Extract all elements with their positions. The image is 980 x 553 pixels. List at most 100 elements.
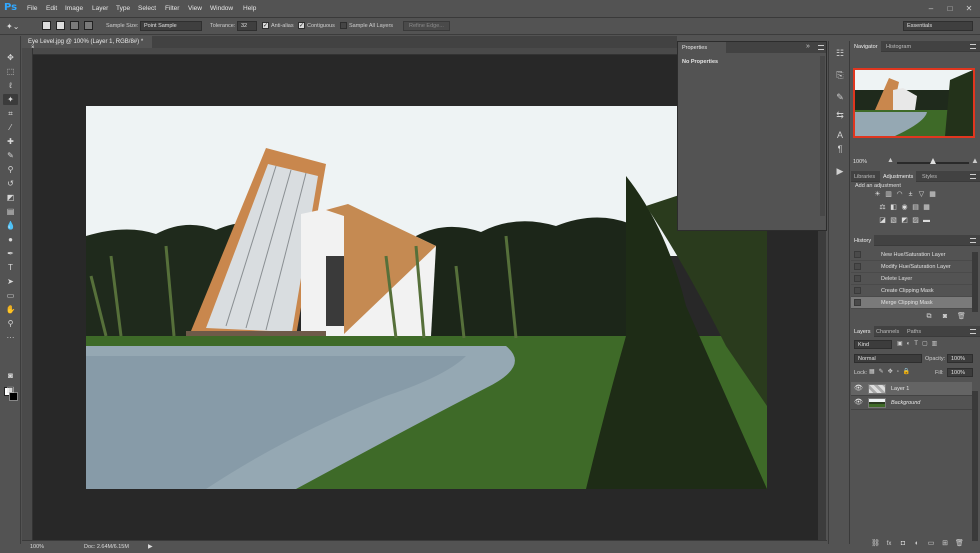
character-icon[interactable]: A: [834, 129, 846, 141]
libraries-icon[interactable]: ☷: [834, 47, 846, 59]
healing-brush-tool-icon[interactable]: ✚: [3, 136, 18, 147]
history-menu-icon[interactable]: [970, 238, 976, 243]
layers-menu-icon[interactable]: [970, 329, 976, 334]
history-item[interactable]: Create Clipping Mask: [851, 285, 973, 297]
tab-libraries[interactable]: Libraries: [851, 171, 878, 182]
color-balance-icon[interactable]: ⚖: [878, 204, 887, 212]
history-item[interactable]: Delete Layer: [851, 273, 973, 285]
clone-source-icon[interactable]: ⇆: [834, 109, 846, 121]
menu-image[interactable]: Image: [65, 5, 83, 12]
sample-size-select[interactable]: Point Sample: [140, 21, 202, 31]
status-menu-arrow-icon[interactable]: ▶: [148, 543, 153, 550]
zoom-out-icon[interactable]: ▲: [887, 157, 894, 164]
threshold-icon[interactable]: ◩: [900, 217, 909, 225]
blend-mode-select[interactable]: Normal: [854, 354, 922, 363]
tab-adjustments[interactable]: Adjustments: [880, 171, 917, 182]
minimize-button[interactable]: –: [926, 4, 936, 14]
curves-icon[interactable]: ◠: [895, 191, 904, 199]
tab-history[interactable]: History: [851, 235, 875, 246]
adjustment-layer-icon[interactable]: ◐: [913, 540, 921, 548]
marquee-tool-icon[interactable]: ⬚: [3, 66, 18, 77]
properties-scrollbar[interactable]: [820, 56, 825, 216]
exposure-icon[interactable]: ±: [906, 191, 915, 199]
new-selection-icon[interactable]: [42, 21, 51, 30]
workspace-select[interactable]: Essentials: [903, 21, 973, 31]
adjustments-menu-icon[interactable]: [970, 174, 976, 179]
more-tools-icon[interactable]: ···: [3, 332, 18, 343]
history-scrollbar[interactable]: [972, 252, 978, 312]
layers-scrollbar[interactable]: [972, 391, 978, 541]
fx-icon[interactable]: fx: [885, 540, 893, 548]
history-item-selected[interactable]: Merge Clipping Mask: [851, 297, 973, 309]
zoom-tool-icon[interactable]: ⚲: [3, 318, 18, 329]
menu-file[interactable]: File: [27, 5, 37, 12]
properties-tab[interactable]: Properties: [678, 42, 726, 53]
menu-help[interactable]: Help: [243, 5, 256, 12]
tab-channels[interactable]: Channels: [873, 326, 902, 337]
trash-icon[interactable]: 🗑: [955, 540, 964, 548]
zoom-in-icon[interactable]: ▲: [971, 156, 979, 165]
snapshot-doc-icon[interactable]: ⧉: [925, 313, 933, 321]
history-brush-tool-icon[interactable]: ↺: [3, 178, 18, 189]
anti-alias-checkbox[interactable]: ✓: [262, 22, 269, 29]
new-snapshot-icon[interactable]: ◙: [941, 313, 949, 321]
navigator-zoom-knob[interactable]: [930, 158, 936, 164]
history-item[interactable]: New Hue/Saturation Layer: [851, 249, 973, 261]
lasso-tool-icon[interactable]: ℓ: [3, 80, 18, 91]
history-trash-icon[interactable]: 🗑: [957, 313, 966, 321]
tab-histogram[interactable]: Histogram: [883, 41, 914, 52]
brush-tool-icon[interactable]: ✎: [3, 150, 18, 161]
photo-filter-icon[interactable]: ◉: [900, 204, 909, 212]
visibility-eye-icon[interactable]: 👁: [854, 399, 863, 407]
menu-edit[interactable]: Edit: [46, 5, 57, 12]
tab-layers[interactable]: Layers: [851, 326, 874, 337]
layer-row-layer-1[interactable]: 👁 Layer 1: [851, 382, 972, 396]
clone-stamp-tool-icon[interactable]: ⚲: [3, 164, 18, 175]
menu-filter[interactable]: Filter: [165, 5, 179, 12]
eyedropper-tool-icon[interactable]: ⁄: [3, 122, 18, 133]
menu-view[interactable]: View: [188, 5, 202, 12]
crop-tool-icon[interactable]: ⌗: [3, 108, 18, 119]
eraser-tool-icon[interactable]: ◩: [3, 192, 18, 203]
color-lookup-icon[interactable]: ▦: [922, 204, 931, 212]
intersect-selection-icon[interactable]: [84, 21, 93, 30]
menu-layer[interactable]: Layer: [92, 5, 108, 12]
play-actions-icon[interactable]: ▶: [834, 165, 846, 177]
layer-row-background[interactable]: 👁 Background: [851, 396, 972, 410]
history-panel-icon[interactable]: ⎘: [834, 69, 846, 81]
path-selection-tool-icon[interactable]: ➤: [3, 276, 18, 287]
selective-color-icon[interactable]: ▨: [911, 217, 920, 225]
black-white-icon[interactable]: ◧: [889, 204, 898, 212]
vibrance-icon[interactable]: ▽: [917, 191, 926, 199]
navigator-menu-icon[interactable]: [970, 44, 976, 49]
magic-wand-preset-icon[interactable]: ✦⌄: [6, 21, 32, 32]
brightness-contrast-icon[interactable]: ☀: [873, 191, 882, 199]
channel-mixer-icon[interactable]: ▤: [911, 204, 920, 212]
document-image[interactable]: [86, 106, 767, 489]
gradient-tool-icon[interactable]: ▤: [3, 206, 18, 217]
maximize-button[interactable]: □: [945, 4, 955, 14]
contiguous-checkbox[interactable]: ✓: [298, 22, 305, 29]
screen-mode-icon[interactable]: ▣: [3, 384, 18, 395]
blur-tool-icon[interactable]: 💧: [3, 220, 18, 231]
gradient-map-icon[interactable]: ▬: [922, 217, 931, 225]
rectangle-tool-icon[interactable]: ▭: [3, 290, 18, 301]
opacity-input[interactable]: 100%: [947, 354, 973, 363]
hand-tool-icon[interactable]: ✋: [3, 304, 18, 315]
type-tool-icon[interactable]: T: [3, 262, 18, 273]
posterize-icon[interactable]: ▧: [889, 217, 898, 225]
navigator-zoom-value[interactable]: 100%: [853, 159, 867, 165]
brush-panel-icon[interactable]: ✎: [834, 91, 846, 103]
dodge-tool-icon[interactable]: ●: [3, 234, 18, 245]
menu-type[interactable]: Type: [116, 5, 130, 12]
fill-input[interactable]: 100%: [947, 368, 973, 377]
hue-saturation-icon[interactable]: ▦: [928, 191, 937, 199]
menu-select[interactable]: Select: [138, 5, 156, 12]
properties-menu-icon[interactable]: [818, 45, 824, 50]
mask-icon[interactable]: ◘: [899, 540, 907, 548]
menu-window[interactable]: Window: [210, 5, 233, 12]
sample-all-layers-checkbox[interactable]: [340, 22, 347, 29]
quick-mask-icon[interactable]: ◙: [3, 370, 18, 381]
pen-tool-icon[interactable]: ✒: [3, 248, 18, 259]
move-tool-icon[interactable]: ✥: [3, 52, 18, 63]
